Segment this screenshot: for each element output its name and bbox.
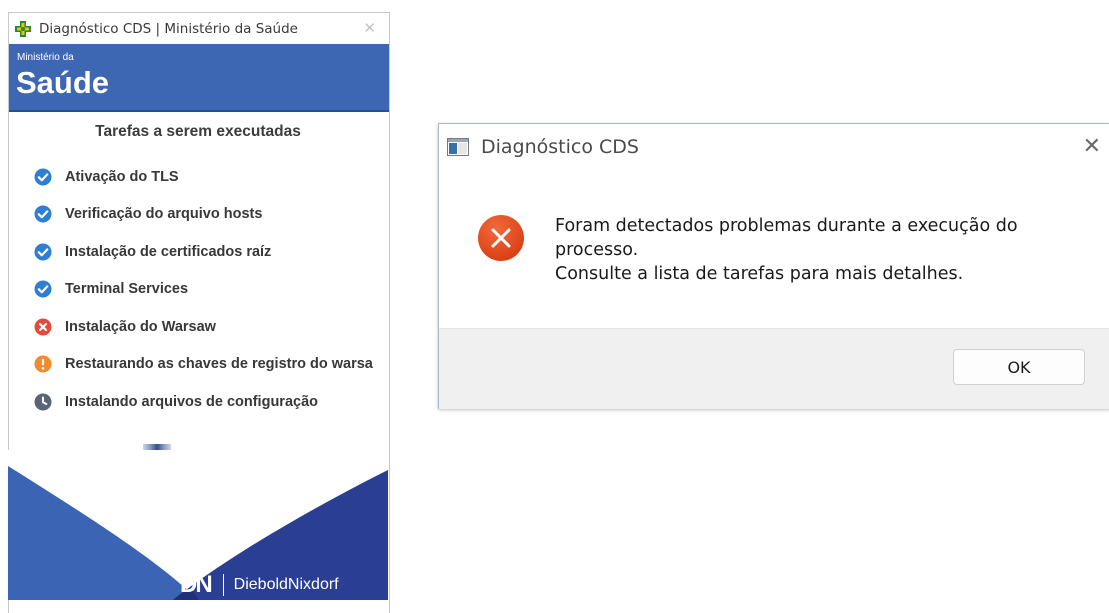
- error-icon: [478, 215, 524, 261]
- task-item: Restaurando as chaves de registro do war…: [34, 346, 373, 384]
- task-item: Terminal Services: [34, 271, 373, 309]
- task-item: Ativação do TLS: [34, 158, 373, 196]
- task-label: Ativação do TLS: [65, 168, 179, 185]
- banner-ministerio-text: Ministério da: [17, 52, 74, 63]
- banner-saude-logo: Saúde: [16, 65, 110, 100]
- task-item: Instalação do Warsaw: [34, 308, 373, 346]
- task-label: Restaurando as chaves de registro do war…: [65, 356, 373, 373]
- dialog-message: Foram detectados problemas durante a exe…: [555, 214, 1095, 286]
- message-line: processo.: [555, 240, 639, 260]
- x-circle-icon: [34, 318, 52, 336]
- task-label: Verificação do arquivo hosts: [65, 206, 263, 223]
- dialog-title: Diagnóstico CDS: [481, 136, 639, 158]
- close-icon[interactable]: ✕: [363, 19, 376, 37]
- error-dialog: Diagnóstico CDS ✕ Foram detectados probl…: [438, 123, 1109, 409]
- task-item: Verificação do arquivo hosts: [34, 196, 373, 234]
- diebold-nixdorf-logo: DN DieboldNixdorf: [180, 571, 339, 599]
- task-label: Instalação do Warsaw: [65, 318, 216, 335]
- main-window-title: Diagnóstico CDS | Ministério da Saúde: [39, 20, 298, 37]
- window-icon: [447, 138, 469, 156]
- dialog-footer: OK: [439, 328, 1109, 409]
- dialog-body: Foram detectados problemas durante a exe…: [439, 170, 1109, 328]
- check-circle-icon: [34, 280, 52, 298]
- task-label: Instalando arquivos de configuração: [65, 393, 318, 410]
- check-circle-icon: [34, 205, 52, 223]
- clock-icon: [34, 393, 52, 411]
- health-cross-icon: [14, 19, 32, 38]
- check-circle-icon: [34, 243, 52, 261]
- message-line: Foram detectados problemas durante a exe…: [555, 216, 1018, 236]
- check-circle-icon: [34, 168, 52, 186]
- ok-button[interactable]: OK: [953, 349, 1085, 385]
- task-item: Instalação de certificados raíz: [34, 233, 373, 271]
- ministerio-banner: Ministério da Saúde: [9, 44, 389, 112]
- tasks-heading: Tarefas a serem executadas: [95, 123, 301, 140]
- dialog-titlebar: Diagnóstico CDS ✕: [439, 124, 1109, 170]
- main-titlebar: Diagnóstico CDS | Ministério da Saúde ✕: [9, 13, 389, 44]
- dn-logo-name: DieboldNixdorf: [233, 576, 339, 593]
- task-list: Ativação do TLS Verificação do arquivo ho…: [34, 158, 373, 421]
- dialog-close-icon[interactable]: ✕: [1083, 134, 1101, 159]
- task-item: Instalando arquivos de configuração: [34, 383, 373, 421]
- exclamation-circle-icon: [34, 355, 52, 373]
- dn-logo-mark: DN: [180, 571, 213, 598]
- task-label: Instalação de certificados raíz: [65, 243, 272, 260]
- message-line: Consulte a lista de tarefas para mais de…: [555, 264, 964, 284]
- task-label: Terminal Services: [65, 281, 189, 298]
- brand-divider: [222, 574, 224, 596]
